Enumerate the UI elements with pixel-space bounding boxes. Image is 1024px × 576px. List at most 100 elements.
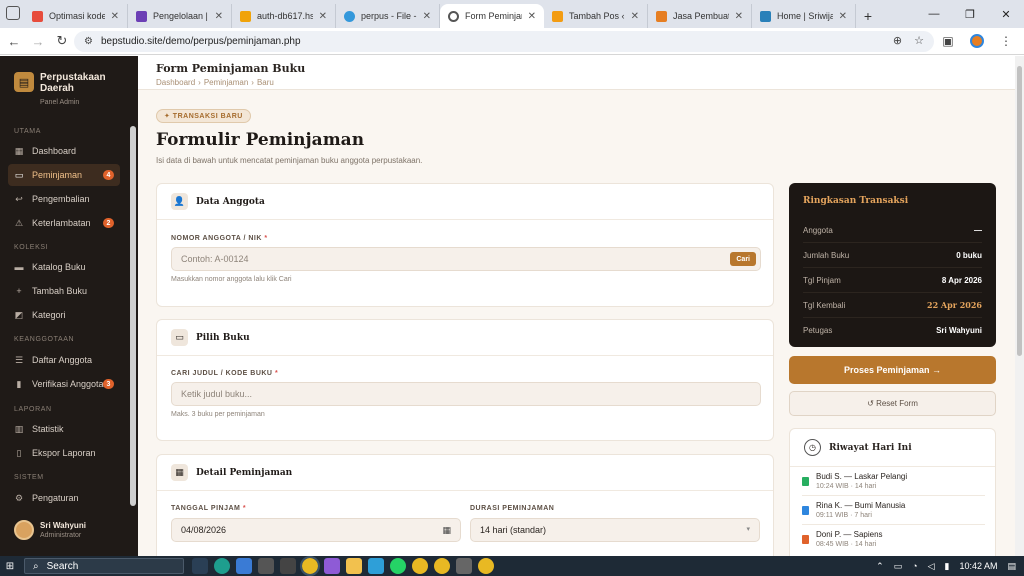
input-value: 04/08/2026: [181, 525, 227, 535]
reset-form-button[interactable]: ↺ Reset Form: [789, 391, 996, 416]
book-search-input[interactable]: Ketik judul buku...: [171, 382, 761, 406]
browser-tab[interactable]: Jasa Pembuatan A ✕: [648, 4, 752, 28]
telegram-icon[interactable]: [368, 558, 384, 574]
app-icon[interactable]: [324, 558, 340, 574]
page-scrollbar[interactable]: [1015, 56, 1024, 556]
sidebar-item-ekspor[interactable]: ▯ Ekspor Laporan: [8, 442, 120, 464]
sidebar-item-verifikasi[interactable]: ▮ Verifikasi Anggota 3: [8, 373, 120, 395]
list-item[interactable]: Budi S. — Laskar Pelangi 10:24 WIB · 14 h…: [802, 467, 985, 496]
taskbar-search[interactable]: ⌕ Search: [24, 558, 184, 574]
close-tab-icon[interactable]: ✕: [423, 11, 431, 22]
calculator-icon[interactable]: [456, 558, 472, 574]
app-icon[interactable]: [192, 558, 208, 574]
duration-select[interactable]: 14 hari (standar) ▾: [470, 518, 760, 542]
battery-icon[interactable]: ▮: [945, 561, 950, 572]
chrome-icon[interactable]: [412, 558, 428, 574]
tab-actions-icon[interactable]: [6, 6, 20, 20]
notification-icon[interactable]: ▤: [1007, 561, 1016, 572]
process-loan-button[interactable]: Proses Peminjaman →: [789, 356, 996, 384]
close-tab-icon[interactable]: ✕: [735, 11, 743, 22]
sidebar-item-label: Daftar Anggota: [32, 355, 93, 365]
restore-icon[interactable]: ❐: [952, 0, 988, 28]
list-item[interactable]: Doni P. — Sapiens 08:45 WIB · 14 hari: [802, 525, 985, 554]
calendar-picker-icon[interactable]: ▦: [442, 525, 451, 536]
export-icon: ▯: [16, 447, 22, 458]
browser-tab[interactable]: Home | Sriwijaya ✕: [752, 4, 856, 28]
summary-value-return-date: 22 Apr 2026: [927, 300, 982, 310]
browser-tab[interactable]: Tambah Pos ‹ BEP ✕: [544, 4, 648, 28]
profile-avatar[interactable]: [970, 34, 984, 48]
forward-icon[interactable]: →: [26, 29, 50, 53]
address-bar[interactable]: ⚙ bepstudio.site/demo/perpus/peminjaman.…: [74, 31, 934, 52]
sidebar-item-daftar-anggota[interactable]: ☰ Daftar Anggota: [8, 349, 120, 371]
browser-tab[interactable]: perpus - File - File ✕: [336, 4, 440, 28]
close-tab-icon[interactable]: ✕: [631, 11, 639, 22]
summary-key: Tgl Pinjam: [803, 275, 841, 285]
app-icon[interactable]: [258, 558, 274, 574]
close-tab-icon[interactable]: ✕: [215, 11, 223, 22]
site-info-icon[interactable]: ⚙: [84, 36, 93, 47]
sidebar-item-pengembalian[interactable]: ↩ Pengembalian: [8, 188, 120, 210]
app-icon[interactable]: [236, 558, 252, 574]
member-number-input[interactable]: Contoh: A-00124 Cari: [171, 247, 761, 271]
search-member-button[interactable]: Cari: [730, 252, 756, 266]
browser-tab[interactable]: auth-db617.hstgr ✕: [232, 4, 336, 28]
browser-tab[interactable]: Pengelolaan | Hos ✕: [128, 4, 232, 28]
minimize-icon[interactable]: —: [916, 0, 952, 28]
list-item[interactable]: Rina K. — Bumi Manusia 09:11 WIB · 7 hari: [802, 496, 985, 525]
extensions-icon[interactable]: ▣: [938, 31, 958, 51]
sidebar-item-pengaturan[interactable]: ⚙ Pengaturan: [8, 487, 120, 509]
sidebar-item-dashboard[interactable]: ▦ Dashboard: [8, 140, 120, 162]
zoom-icon[interactable]: ⊕: [893, 34, 902, 47]
scrollbar-thumb[interactable]: [1017, 66, 1022, 356]
sidebar-scrollbar[interactable]: [130, 126, 136, 506]
brand-subtitle: Panel Admin: [40, 99, 80, 106]
menu-kebab-icon[interactable]: ⋮: [996, 31, 1016, 51]
chevron-up-icon[interactable]: ⌃: [876, 561, 884, 572]
sidebar-item-keterlambatan[interactable]: ⚠ Keterlambatan 2: [8, 212, 120, 234]
sidebar-item-peminjaman[interactable]: ▭ Peminjaman 4: [8, 164, 120, 186]
loan-date-input[interactable]: 04/08/2026 ▦: [171, 518, 461, 542]
new-tab-button[interactable]: +: [856, 4, 880, 28]
warning-icon: ⚠: [14, 217, 24, 228]
sidebar-item-statistik[interactable]: ▥ Statistik: [8, 418, 120, 440]
section-label: UTAMA: [14, 128, 41, 135]
edge-icon[interactable]: [214, 558, 230, 574]
browser-tab[interactable]: Optimasi kode bo ✕: [24, 4, 128, 28]
browser-tab-active[interactable]: Form Peminjaman ✕: [440, 4, 544, 28]
breadcrumb-separator: ›: [251, 78, 254, 87]
whatsapp-icon[interactable]: [390, 558, 406, 574]
folder-icon[interactable]: [346, 558, 362, 574]
app-icon[interactable]: [280, 558, 296, 574]
chrome-icon[interactable]: [300, 556, 320, 576]
summary-row: Tgl Kembali 22 Apr 2026: [803, 293, 982, 318]
required-mark: *: [242, 505, 247, 512]
close-tab-icon[interactable]: ✕: [839, 11, 847, 22]
close-tab-icon[interactable]: ✕: [528, 11, 536, 22]
volume-icon[interactable]: ◁: [928, 561, 935, 572]
bookmark-star-icon[interactable]: ☆: [914, 34, 924, 47]
history-item-meta: 10:24 WIB · 14 hari: [816, 483, 877, 490]
breadcrumb-baru: Baru: [256, 78, 274, 87]
breadcrumb-peminjaman[interactable]: Peminjaman: [204, 78, 248, 87]
sidebar-item-katalog[interactable]: ▬ Katalog Buku: [8, 256, 120, 278]
sidebar-item-kategori[interactable]: ◩ Kategori: [8, 304, 120, 326]
wifi-icon[interactable]: ◔: [912, 561, 917, 571]
sidebar-item-label: Katalog Buku: [32, 262, 86, 272]
search-icon: ⌕: [33, 560, 39, 572]
network-icon[interactable]: ▭: [894, 561, 903, 572]
back-icon[interactable]: ←: [2, 29, 26, 53]
windows-start-icon[interactable]: ⊞: [0, 556, 20, 576]
sidebar-item-tambah-buku[interactable]: + Tambah Buku: [8, 280, 120, 302]
chrome-icon[interactable]: [478, 558, 494, 574]
list-icon: ☰: [14, 354, 24, 365]
close-window-icon[interactable]: ✕: [988, 0, 1024, 28]
clock-time[interactable]: 10:42 AM: [959, 561, 997, 571]
close-tab-icon[interactable]: ✕: [319, 11, 327, 22]
breadcrumb-dashboard[interactable]: Dashboard: [156, 78, 195, 87]
card-header: 👤 Data Anggota: [157, 184, 773, 220]
user-profile[interactable]: Sri Wahyuni Administrator: [14, 520, 86, 540]
chrome-icon[interactable]: [434, 558, 450, 574]
reload-icon[interactable]: ↻: [50, 29, 74, 53]
close-tab-icon[interactable]: ✕: [111, 11, 119, 22]
